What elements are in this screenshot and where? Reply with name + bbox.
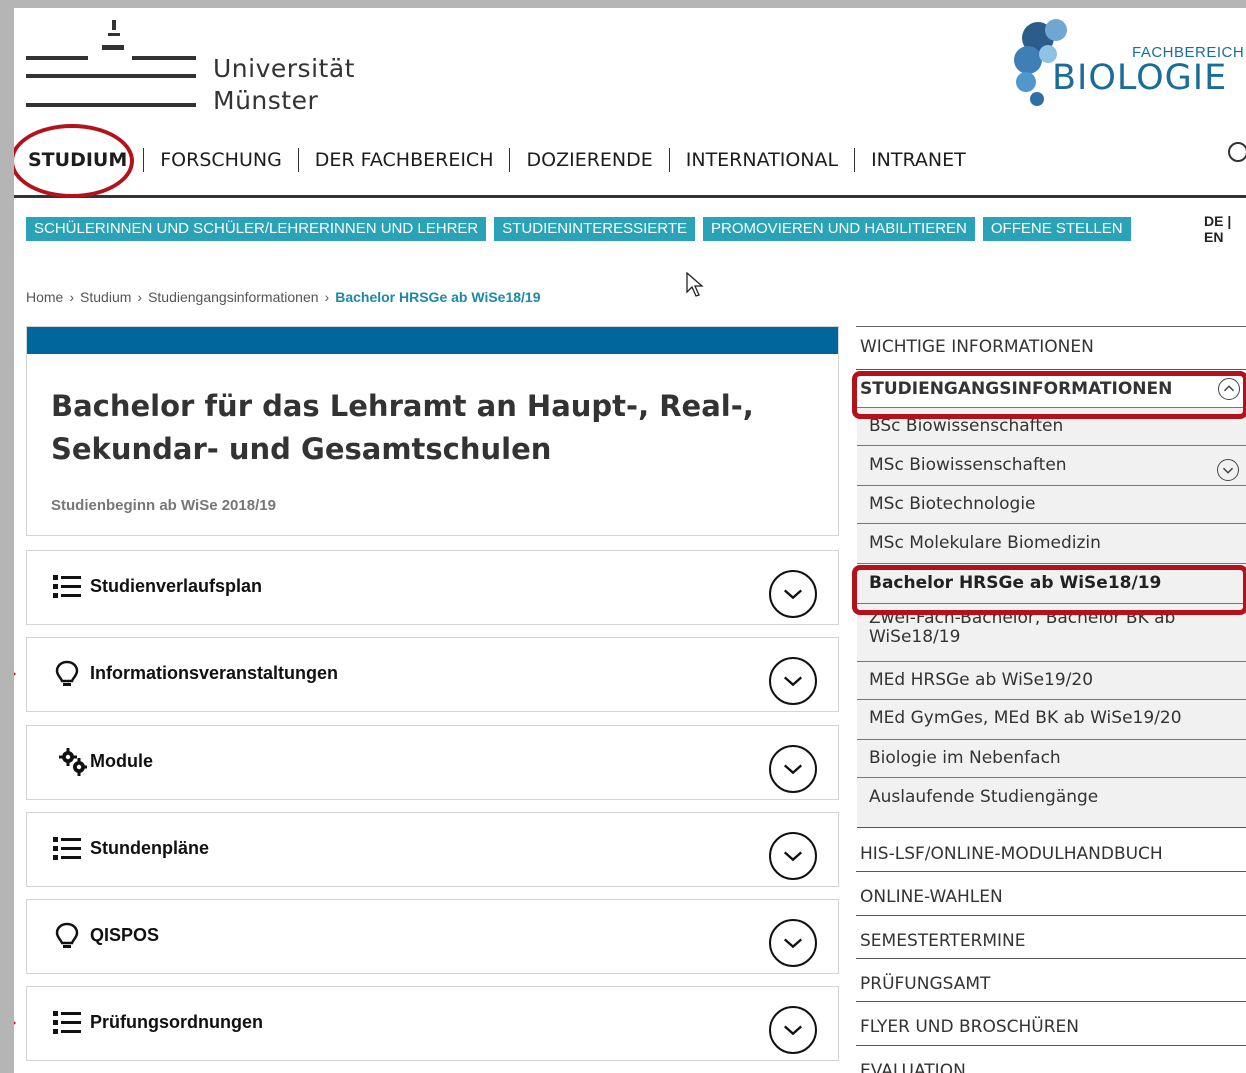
sidebar-item-semestertermine[interactable]: SEMESTERTERMINE (856, 916, 1246, 959)
list-icon (53, 837, 81, 860)
accordion-label: Module (90, 751, 153, 771)
breadcrumb: Home › Studium › Studiengangsinformation… (26, 289, 541, 305)
nav-divider (14, 195, 1246, 198)
breadcrumb-separator: › (137, 289, 143, 305)
accordion-label: Studienverlaufsplan (90, 576, 263, 596)
page-subtitle: Studienbeginn ab WiSe 2018/19 (51, 497, 276, 514)
chevron-down-icon[interactable] (769, 570, 817, 618)
header-color-bar (27, 327, 838, 354)
chevron-down-icon[interactable] (769, 832, 817, 880)
university-name-line1: Universität (213, 54, 355, 83)
page-header-card: Bachelor für das Lehramt an Haupt-, Real… (26, 326, 839, 536)
accordion-qispos[interactable]: QISPOS (26, 899, 839, 974)
sidebar-item-evaluation[interactable]: EVALUATION (856, 1046, 1246, 1073)
annotation-arrow (14, 1009, 16, 1037)
main-navigation: STUDIUM FORSCHUNG DER FACHBEREICH DOZIER… (14, 142, 982, 178)
breadcrumb-separator: › (324, 289, 330, 305)
subnav-promovieren[interactable]: PROMOVIEREN UND HABILITIEREN (703, 217, 975, 241)
chevron-down-icon[interactable] (769, 745, 817, 793)
nav-international[interactable]: INTERNATIONAL (670, 149, 854, 171)
accordion-module[interactable]: Module (26, 725, 839, 800)
university-logo[interactable]: Universität Münster (26, 16, 386, 116)
sidebar-item-flyer-und-broschueren[interactable]: FLYER UND BROSCHÜREN (856, 1002, 1246, 1046)
chevron-down-icon[interactable] (769, 657, 817, 705)
accordion-label: Informationsveranstaltungen (90, 663, 339, 683)
nav-studium[interactable]: STUDIUM (14, 149, 143, 171)
university-name-line2: Münster (213, 86, 319, 115)
subnav-studieninteressierte[interactable]: STUDIENINTERESSIERTE (494, 217, 696, 241)
accordion-label: Prüfungsordnungen (90, 1012, 263, 1032)
sidebar-item-bachelor-hrsge[interactable]: Bachelor HRSGe ab WiSe18/19 (857, 564, 1246, 604)
accordion-studienverlaufsplan[interactable]: Studienverlaufsplan (26, 550, 839, 625)
mouse-cursor-icon (686, 272, 704, 297)
chevron-down-icon[interactable] (769, 1006, 817, 1054)
sidebar-item-biologie-im-nebenfach[interactable]: Biologie im Nebenfach (857, 740, 1246, 778)
breadcrumb-studiengangsinformationen[interactable]: Studiengangsinformationen (148, 289, 318, 305)
nav-dozierende[interactable]: DOZIERENDE (510, 149, 668, 171)
faculty-name: BIOLOGIE (1052, 58, 1228, 98)
sidebar-item-msc-molekulare-biomedizin[interactable]: MSc Molekulare Biomedizin (857, 524, 1246, 564)
breadcrumb-home[interactable]: Home (26, 289, 63, 305)
list-icon (53, 1011, 81, 1034)
sidebar-item-pruefungsamt[interactable]: PRÜFUNGSAMT (856, 959, 1246, 1002)
list-icon (53, 575, 81, 598)
subnav-offene-stellen[interactable]: OFFENE STELLEN (982, 217, 1131, 241)
chevron-down-icon[interactable] (1217, 459, 1239, 481)
search-icon[interactable] (1228, 142, 1246, 162)
sidebar-item-med-hrsge[interactable]: MEd HRSGe ab WiSe19/20 (857, 662, 1246, 700)
sidebar-item-his-lsf[interactable]: HIS-LSF/ONLINE-MODULHANDBUCH (856, 828, 1246, 872)
annotation-arrow (14, 660, 16, 688)
sidebar-item-auslaufende-studiengaenge[interactable]: Auslaufende Studiengänge (857, 778, 1246, 828)
sidebar-item-msc-biowissenschaften[interactable]: MSc Biowissenschaften (857, 446, 1246, 486)
accordion-informationsveranstaltungen[interactable]: Informationsveranstaltungen (26, 637, 839, 712)
lightbulb-icon (55, 922, 79, 948)
lightbulb-icon (55, 660, 79, 686)
accordion-stundenplaene[interactable]: Stundenpläne (26, 812, 839, 887)
sidebar-item-label: STUDIENGANGSINFORMATIONEN (860, 379, 1173, 399)
page-title: Bachelor für das Lehramt an Haupt-, Real… (51, 389, 754, 466)
sidebar-item-med-gymges[interactable]: MEd GymGes, MEd BK ab WiSe19/20 (857, 700, 1246, 740)
language-switch[interactable]: DE | EN (1204, 213, 1246, 245)
breadcrumb-separator: › (69, 289, 75, 305)
sidebar-item-label: MSc Biowissenschaften (869, 455, 1067, 475)
sidebar-item-bsc-biowissenschaften[interactable]: BSc Biowissenschaften (857, 408, 1246, 446)
breadcrumb-studium[interactable]: Studium (80, 289, 131, 305)
university-name: Universität Münster (213, 53, 355, 117)
nav-der-fachbereich[interactable]: DER FACHBEREICH (299, 149, 510, 171)
gears-icon (59, 748, 87, 776)
accordion-label: Stundenpläne (90, 838, 210, 858)
biologie-logo[interactable]: FACHBEREICH BIOLOGIE (1004, 14, 1246, 114)
nav-intranet[interactable]: INTRANET (855, 149, 982, 171)
breadcrumb-current: Bachelor HRSGe ab WiSe18/19 (335, 289, 541, 305)
chevron-down-icon[interactable] (769, 919, 817, 967)
page: Universität Münster FACHBEREICH BIOLOGIE… (14, 8, 1246, 1073)
sidebar-item-online-wahlen[interactable]: ONLINE-WAHLEN (856, 872, 1246, 916)
subnav-schueler-lehrer[interactable]: SCHÜLERINNEN UND SCHÜLER/LEHRERINNEN UND… (26, 217, 487, 241)
sidebar-item-wichtige-informationen[interactable]: WICHTIGE INFORMATIONEN (856, 326, 1246, 370)
nav-forschung[interactable]: FORSCHUNG (144, 149, 298, 171)
sidebar-item-msc-biotechnologie[interactable]: MSc Biotechnologie (857, 486, 1246, 524)
sidebar-item-studiengangsinformationen[interactable]: STUDIENGANGSINFORMATIONEN (856, 370, 1246, 408)
sidebar-item-zwei-fach-bachelor[interactable]: Zwei-Fach-Bachelor, Bachelor BK ab WiSe1… (857, 604, 1246, 662)
accordion-label: QISPOS (90, 925, 160, 945)
audience-navigation: SCHÜLERINNEN UND SCHÜLER/LEHRERINNEN UND… (26, 217, 1131, 241)
accordion-pruefungsordnungen[interactable]: Prüfungsordnungen (26, 986, 839, 1061)
chevron-up-icon[interactable] (1218, 378, 1240, 400)
